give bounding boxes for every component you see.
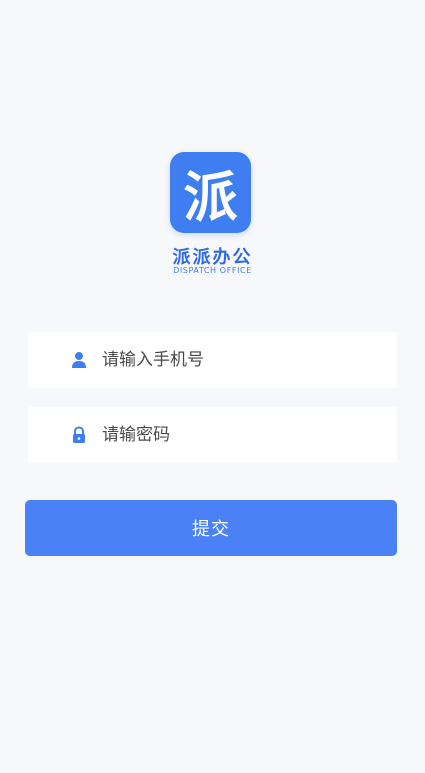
logo-character: 派 bbox=[183, 166, 238, 229]
password-input[interactable] bbox=[102, 425, 382, 445]
submit-label: 提交 bbox=[192, 519, 230, 540]
user-icon bbox=[70, 351, 88, 369]
lock-icon bbox=[70, 426, 88, 444]
app-logo: 派 bbox=[170, 152, 251, 233]
phone-field[interactable] bbox=[28, 332, 397, 388]
password-field[interactable] bbox=[28, 407, 397, 463]
submit-button[interactable]: 提交 bbox=[25, 500, 397, 556]
phone-input[interactable] bbox=[102, 350, 382, 370]
app-subtitle: DISPATCH OFFICE bbox=[173, 266, 252, 275]
